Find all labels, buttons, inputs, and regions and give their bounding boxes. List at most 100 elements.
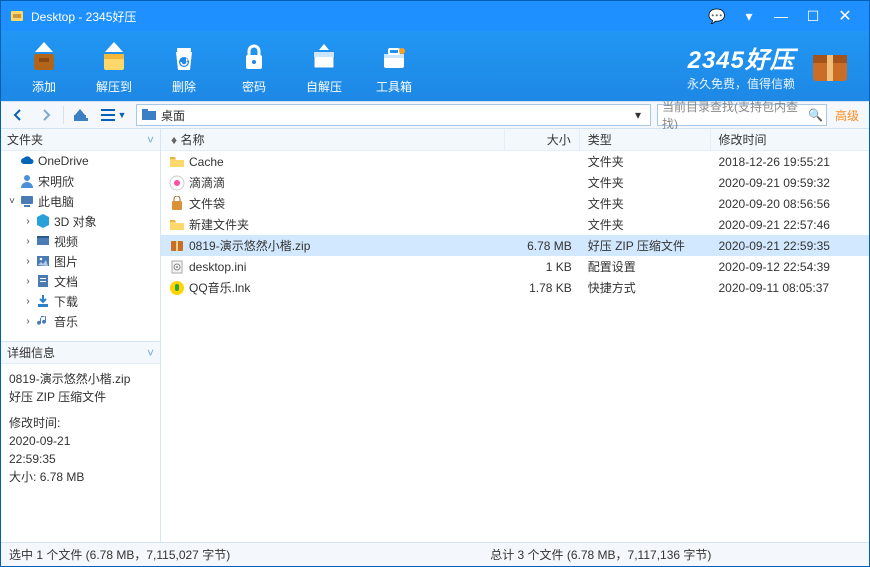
file-size: 1.78 KB: [505, 281, 580, 295]
expand-icon[interactable]: ›: [21, 296, 35, 307]
folder-tree[interactable]: OneDrive宋明欣˅此电脑›3D 对象›视频›图片›文档›下载›音乐: [1, 151, 160, 341]
status-selection: 选中 1 个文件 (6.78 MB，7,115,027 字节): [9, 546, 230, 563]
col-name[interactable]: ♦ 名称: [161, 129, 505, 150]
path-box[interactable]: 桌面 ▾: [136, 104, 651, 126]
file-list[interactable]: Cache文件夹2018-12-26 19:55:21滴滴滴文件夹2020-09…: [161, 151, 869, 542]
tree-item[interactable]: ›图片: [1, 251, 160, 271]
file-type: 文件夹: [580, 195, 711, 212]
detail-name: 0819-演示悠然小楷.zip: [9, 370, 152, 388]
col-size[interactable]: 大小: [505, 129, 580, 150]
tree-label: OneDrive: [38, 154, 89, 168]
search-input[interactable]: 当前目录查找(支持包内查找) 🔍: [657, 104, 827, 126]
folders-pane-header: 文件夹 ˅: [1, 129, 160, 151]
tree-label: 此电脑: [38, 193, 74, 210]
file-type: 好压 ZIP 压缩文件: [580, 237, 711, 254]
maximize-button[interactable]: ☐: [797, 5, 829, 27]
column-headers: ♦ 名称 大小 类型 修改时间: [161, 129, 869, 151]
toolbox-icon: [375, 38, 413, 76]
path-text: 桌面: [161, 107, 630, 124]
expand-icon[interactable]: ›: [21, 316, 35, 327]
password-button[interactable]: 密码: [219, 38, 289, 95]
file-icon: [169, 259, 185, 275]
window-title: Desktop - 2345好压: [31, 8, 701, 25]
expand-icon[interactable]: ›: [21, 256, 35, 267]
delete-label: 删除: [172, 78, 196, 95]
detail-mod-label: 修改时间:: [9, 414, 152, 432]
file-modified: 2020-09-21 09:59:32: [711, 176, 870, 190]
tree-item[interactable]: › 视频: [1, 231, 160, 251]
file-row[interactable]: Cache文件夹2018-12-26 19:55:21: [161, 151, 869, 172]
file-type: 快捷方式: [580, 279, 711, 296]
minimize-button[interactable]: —: [765, 5, 797, 27]
file-icon: [169, 238, 185, 254]
back-button[interactable]: [5, 104, 31, 126]
file-name: Cache: [189, 155, 224, 169]
advanced-link[interactable]: 高级: [829, 107, 865, 124]
file-type: 配置设置: [580, 258, 711, 275]
file-row[interactable]: 0819-演示悠然小楷.zip6.78 MB好压 ZIP 压缩文件2020-09…: [161, 235, 869, 256]
detail-mod-date: 2020-09-21: [9, 432, 152, 450]
tree-item[interactable]: ›文档: [1, 271, 160, 291]
col-modified[interactable]: 修改时间: [711, 129, 869, 150]
delete-button[interactable]: 删除: [149, 38, 219, 95]
file-name: 滴滴滴: [189, 174, 225, 191]
chat-icon[interactable]: 💬: [701, 5, 733, 27]
password-label: 密码: [242, 78, 266, 95]
tree-icon: [19, 173, 35, 189]
tree-item[interactable]: ›下载: [1, 291, 160, 311]
trash-icon: [165, 38, 203, 76]
lock-icon: [235, 38, 273, 76]
expand-icon[interactable]: ›: [21, 236, 35, 247]
title-bar: Desktop - 2345好压 💬 ▾ — ☐ ✕: [1, 1, 869, 31]
expand-icon[interactable]: ›: [21, 276, 35, 287]
add-icon: [25, 38, 63, 76]
tree-icon: [35, 253, 51, 269]
file-modified: 2020-09-21 22:57:46: [711, 218, 870, 232]
file-icon: [169, 196, 185, 212]
tree-label: 3D 对象: [54, 213, 97, 230]
file-size: 1 KB: [505, 260, 580, 274]
tree-item[interactable]: › 音乐: [1, 311, 160, 331]
tree-label: 视频: [54, 233, 78, 250]
main-area: 文件夹 ˅ OneDrive宋明欣˅此电脑›3D 对象›视频›图片›文档›下载›…: [1, 129, 869, 542]
add-button[interactable]: 添加: [9, 38, 79, 95]
file-row[interactable]: desktop.ini1 KB配置设置2020-09-12 22:54:39: [161, 256, 869, 277]
search-icon[interactable]: 🔍: [808, 108, 822, 122]
forward-button[interactable]: [33, 104, 59, 126]
dropdown-icon[interactable]: ▾: [733, 5, 765, 27]
file-modified: 2018-12-26 19:55:21: [711, 155, 870, 169]
tree-icon: [35, 293, 51, 309]
tree-item[interactable]: 宋明欣: [1, 171, 160, 191]
file-icon: [169, 154, 185, 170]
file-name: 0819-演示悠然小楷.zip: [189, 237, 310, 254]
tree-label: 音乐: [54, 313, 78, 330]
path-dropdown-icon[interactable]: ▾: [630, 108, 646, 122]
sfx-button[interactable]: 自解压: [289, 38, 359, 95]
file-icon: [169, 280, 185, 296]
file-pane: ♦ 名称 大小 类型 修改时间 Cache文件夹2018-12-26 19:55…: [161, 129, 869, 542]
tree-item[interactable]: › 3D 对象: [1, 211, 160, 231]
file-size: 6.78 MB: [505, 239, 580, 253]
detail-type: 好压 ZIP 压缩文件: [9, 388, 152, 406]
expand-icon[interactable]: ˅: [5, 196, 19, 207]
main-toolbar: 添加 解压到 删除 密码 自解压 工具箱 2345好压 永久免费，值得信赖: [1, 31, 869, 101]
view-button[interactable]: ▼: [96, 104, 130, 126]
file-row[interactable]: 文件袋文件夹2020-09-20 08:56:56: [161, 193, 869, 214]
extract-button[interactable]: 解压到: [79, 38, 149, 95]
tree-icon: [35, 313, 51, 329]
file-row[interactable]: 新建文件夹文件夹2020-09-21 22:57:46: [161, 214, 869, 235]
expand-icon[interactable]: ›: [21, 216, 35, 227]
toolbox-button[interactable]: 工具箱: [359, 38, 429, 95]
collapse-icon[interactable]: ˅: [147, 133, 154, 147]
file-icon: [169, 217, 185, 233]
col-type[interactable]: 类型: [580, 129, 711, 150]
tree-item[interactable]: ˅ 此电脑: [1, 191, 160, 211]
tree-item[interactable]: OneDrive: [1, 151, 160, 171]
file-row[interactable]: QQ音乐.lnk1.78 KB快捷方式2020-09-11 08:05:37: [161, 277, 869, 298]
file-row[interactable]: 滴滴滴文件夹2020-09-21 09:59:32: [161, 172, 869, 193]
file-name: desktop.ini: [189, 260, 246, 274]
status-bar: 选中 1 个文件 (6.78 MB，7,115,027 字节) 总计 3 个文件…: [1, 542, 869, 566]
close-button[interactable]: ✕: [829, 5, 861, 27]
up-button[interactable]: [68, 104, 94, 126]
collapse-icon[interactable]: ˅: [147, 344, 154, 362]
